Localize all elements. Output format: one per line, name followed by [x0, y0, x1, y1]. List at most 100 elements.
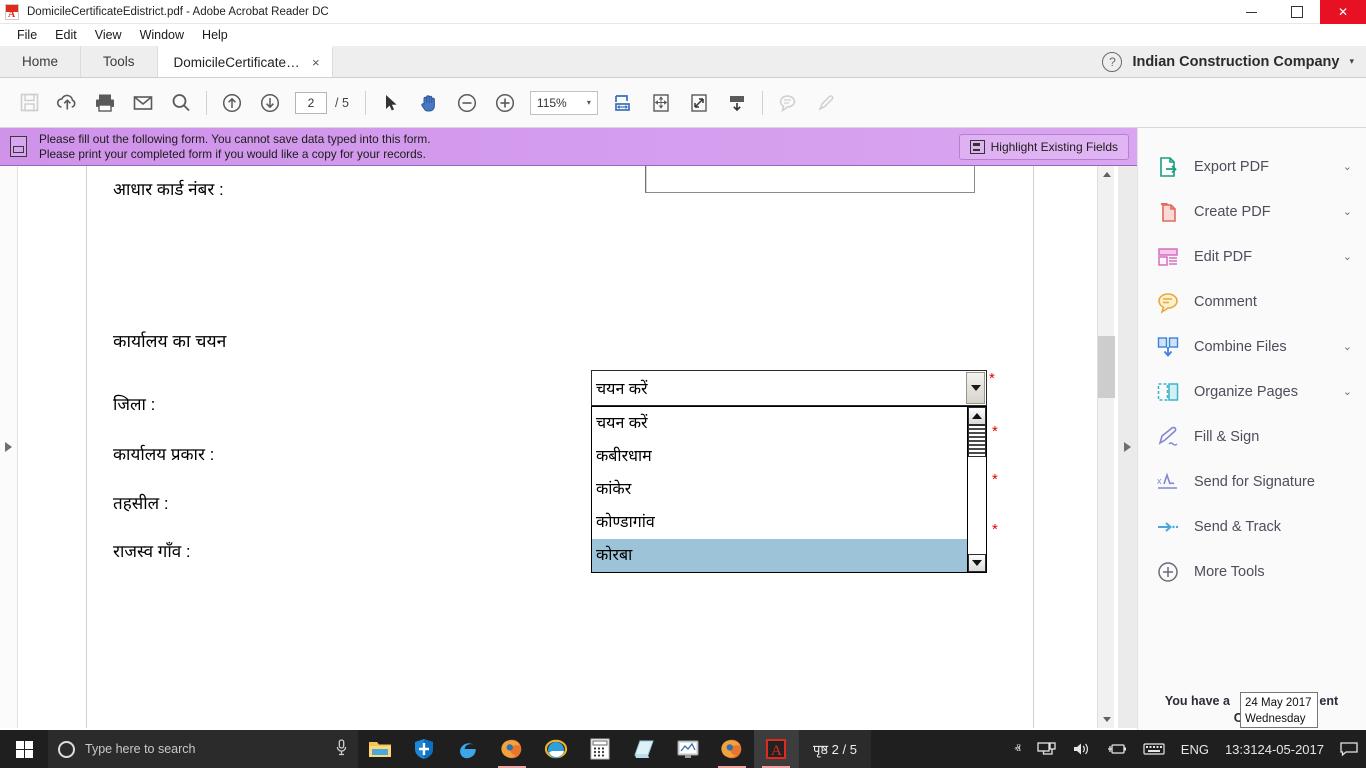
read-mode-icon[interactable]	[718, 84, 756, 122]
menu-item-window[interactable]: Window	[131, 26, 193, 44]
file-explorer-icon[interactable]	[358, 730, 402, 768]
comment-icon	[1156, 290, 1180, 314]
district-option-3[interactable]: कोण्डागांव	[592, 506, 967, 539]
fullscreen-icon[interactable]	[680, 84, 718, 122]
scroll-down-icon[interactable]	[1098, 711, 1115, 728]
keyboard-icon[interactable]	[1135, 742, 1173, 756]
scrollbar-thumb[interactable]	[1098, 336, 1115, 398]
tab-tools[interactable]: Tools	[81, 46, 158, 77]
email-icon[interactable]	[124, 84, 162, 122]
microphone-icon[interactable]	[335, 739, 348, 759]
pan-zoom-icon[interactable]	[642, 84, 680, 122]
highlight-icon[interactable]	[807, 84, 845, 122]
taskbar-clock[interactable]: 13:31 24-05-2017	[1217, 742, 1332, 757]
scroll-up-icon[interactable]	[1098, 166, 1115, 183]
internet-explorer-icon[interactable]	[534, 730, 578, 768]
district-dropdown[interactable]: चयन करें चयन करें कबीरधाम कांकेर कोण्डाग…	[591, 370, 987, 573]
menu-item-view[interactable]: View	[86, 26, 131, 44]
district-option-4[interactable]: कोरबा	[592, 539, 967, 572]
tool-export-pdf[interactable]: Export PDF ⌄	[1138, 144, 1366, 189]
left-panel-toggle[interactable]	[0, 166, 18, 728]
chevron-down-icon[interactable]: ⌄	[1343, 340, 1352, 353]
zoom-in-icon[interactable]	[486, 84, 524, 122]
tab-document[interactable]: DomicileCertificateE... ×	[157, 46, 333, 77]
page-number-input[interactable]: 2	[295, 91, 327, 114]
chevron-down-icon[interactable]: ⌄	[1343, 160, 1352, 173]
tool-create-pdf[interactable]: Create PDF ⌄	[1138, 189, 1366, 234]
window-controls[interactable]	[1228, 0, 1366, 24]
network-icon[interactable]	[1029, 741, 1064, 757]
acrobat-reader-icon[interactable]: A	[754, 730, 798, 768]
window-title: DomicileCertificateEdistrict.pdf - Adobe…	[27, 5, 329, 18]
save-icon[interactable]	[10, 84, 48, 122]
firefox-icon[interactable]	[490, 730, 534, 768]
previous-page-icon[interactable]	[213, 84, 251, 122]
microsoft-edge-icon[interactable]	[446, 730, 490, 768]
document-scrollbar[interactable]	[1097, 166, 1115, 728]
menu-item-help[interactable]: Help	[193, 26, 237, 44]
zoom-out-icon[interactable]	[448, 84, 486, 122]
right-panel-toggle[interactable]	[1118, 166, 1137, 728]
tab-home[interactable]: Home	[0, 46, 82, 77]
print-icon[interactable]	[86, 84, 124, 122]
tab-tools-label: Tools	[103, 54, 135, 69]
chevron-down-icon[interactable]: ⌄	[1343, 250, 1352, 263]
close-icon[interactable]: ×	[312, 55, 320, 70]
svg-text:x: x	[1157, 476, 1162, 486]
district-list-scrollbar[interactable]	[967, 407, 986, 572]
tool-send-and-track[interactable]: Send & Track	[1138, 504, 1366, 549]
notepad-icon[interactable]	[622, 730, 666, 768]
highlight-existing-fields-button[interactable]: Highlight Existing Fields	[958, 133, 1129, 160]
taskbar-active-window[interactable]: पृष्ठ 2 / 5	[798, 730, 871, 768]
district-option-0[interactable]: चयन करें	[592, 407, 967, 440]
tool-comment[interactable]: Comment	[1138, 279, 1366, 324]
district-combo-box[interactable]: चयन करें	[591, 370, 987, 406]
select-tool-icon[interactable]	[372, 84, 410, 122]
chevron-down-icon[interactable]: ▾	[1349, 56, 1354, 67]
next-page-icon[interactable]	[251, 84, 289, 122]
account-name[interactable]: Indian Construction Company	[1132, 54, 1339, 70]
monitor-icon[interactable]	[666, 730, 710, 768]
tool-edit-pdf[interactable]: Edit PDF ⌄	[1138, 234, 1366, 279]
chevron-down-icon[interactable]: ⌄	[1343, 205, 1352, 218]
language-indicator[interactable]: ENG	[1173, 742, 1217, 757]
show-hidden-icons[interactable]: ⱏ	[1006, 741, 1028, 757]
help-icon[interactable]: ?	[1102, 51, 1123, 72]
maximize-button[interactable]	[1274, 0, 1320, 24]
comment-icon[interactable]	[769, 84, 807, 122]
menu-item-edit[interactable]: Edit	[46, 26, 86, 44]
district-option-list[interactable]: चयन करें कबीरधाम कांकेर कोण्डागांव कोरबा	[591, 406, 987, 573]
zoom-level-select[interactable]: 115% ▾	[529, 90, 598, 115]
district-option-1[interactable]: कबीरधाम	[592, 440, 967, 473]
calculator-icon[interactable]	[578, 730, 622, 768]
tool-more-tools[interactable]: More Tools	[1138, 549, 1366, 594]
windows-defender-icon[interactable]	[402, 730, 446, 768]
toolbar-separator-2	[364, 90, 366, 115]
scrollbar-thumb[interactable]	[968, 425, 986, 457]
battery-icon[interactable]	[1099, 742, 1135, 756]
main-toolbar: 2 / 5 115% ▾	[0, 78, 1366, 128]
scroll-up-icon[interactable]	[968, 407, 986, 425]
chevron-down-icon[interactable]	[966, 372, 985, 404]
district-option-2[interactable]: कांकेर	[592, 473, 967, 506]
menu-item-file[interactable]: File	[8, 26, 46, 44]
upload-cloud-icon[interactable]	[48, 84, 86, 122]
action-center-icon[interactable]	[1332, 741, 1366, 757]
fit-width-icon[interactable]	[604, 84, 642, 122]
tool-combine-files[interactable]: Combine Files ⌄	[1138, 324, 1366, 369]
close-button[interactable]	[1320, 0, 1366, 24]
aadhaar-number-input[interactable]	[645, 166, 975, 193]
hand-tool-icon[interactable]	[410, 84, 448, 122]
search-icon[interactable]	[162, 84, 200, 122]
scrollbar-track[interactable]	[968, 457, 986, 554]
windows-start-icon[interactable]	[0, 730, 48, 768]
tool-organize-pages[interactable]: Organize Pages ⌄	[1138, 369, 1366, 414]
scroll-down-icon[interactable]	[968, 554, 986, 572]
chevron-down-icon[interactable]: ⌄	[1343, 385, 1352, 398]
volume-icon[interactable]	[1064, 741, 1099, 757]
tool-fill-and-sign[interactable]: Fill & Sign	[1138, 414, 1366, 459]
taskbar-search[interactable]: Type here to search	[48, 730, 358, 768]
minimize-button[interactable]	[1228, 0, 1274, 24]
tool-send-for-signature[interactable]: x Send for Signature	[1138, 459, 1366, 504]
firefox-icon-2[interactable]	[710, 730, 754, 768]
